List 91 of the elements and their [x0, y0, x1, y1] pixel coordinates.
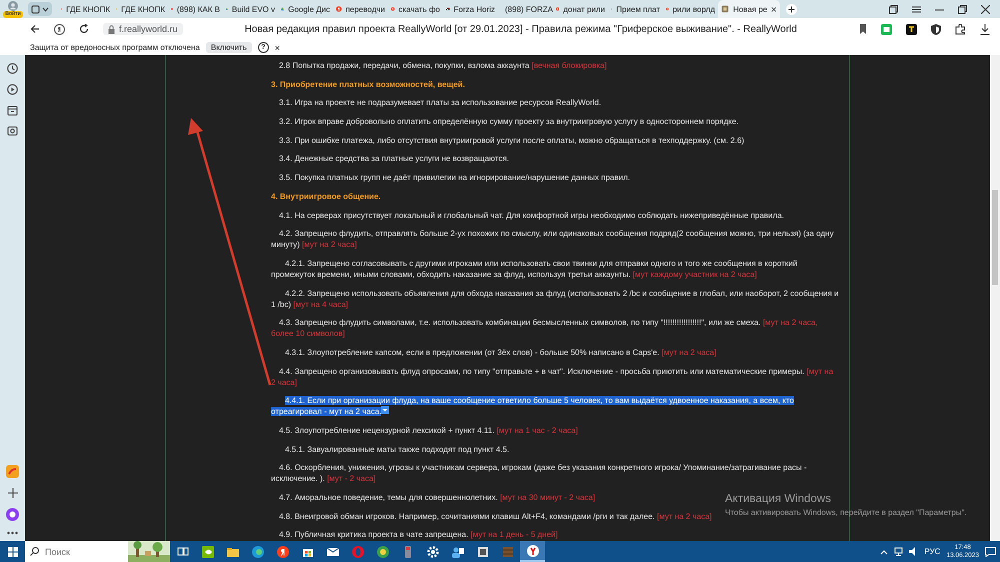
reload-icon[interactable]	[79, 24, 89, 34]
plus-icon[interactable]	[8, 488, 18, 498]
restore-icon[interactable]	[958, 4, 967, 14]
browser-tab[interactable]: (898) FORZA	[498, 0, 553, 18]
rule-text: 4.7. Аморальное поведение, темы для совершеннолетних. [мут на 30 минут - 2 часа]	[278, 492, 596, 504]
edge-icon	[252, 546, 264, 558]
mail-icon	[326, 546, 338, 558]
more-icon[interactable]	[7, 531, 18, 535]
crate-icon	[502, 546, 514, 558]
rule-text: 3.1. Игра на проекте не подразумевает платы за использование ресурсов ReallyWorld.	[278, 97, 602, 108]
section-heading: 4. Внутриигровое общение.	[271, 190, 381, 202]
browser-tab[interactable]: Build EVO v	[223, 0, 278, 18]
calendar-icon[interactable]	[7, 105, 18, 116]
rule-text: 4.3.1. Злоупотребление капсом, если в предложении (от 3ёх слов) - больше 50% написано в Caps'e. [мут на 2 часа]	[284, 346, 716, 358]
menu-icon[interactable]	[912, 4, 921, 14]
rule-text: 4.5. Злоупотребление нецензурной лексикой + пункт 4.11. [мут на 1 час - 2 часа]	[278, 425, 578, 436]
rule-text: 4.1. На серверах присутствует локальный и глобальный чат. Для комфортной игры необходимо соблюдать нижеприведённые правила.	[278, 210, 784, 220]
lock-icon	[108, 24, 115, 34]
document-icon	[476, 546, 488, 558]
rule-text: 4.2.1. Запрещено согласовывать с другими игроками или использовать свои твинки для отправки одного и того же сообщения в короткий промежуток времени, иными словами, обходить наказание за флуд, используя третьи аккаунты. [мут каждому участник на 2 часа]	[271, 258, 798, 280]
browser-tab[interactable]: Forza Horiz	[443, 0, 498, 18]
windows-icon	[8, 546, 18, 556]
rule-text: 3.4. Денежные средства за платные услуги не возвращаются.	[278, 153, 510, 164]
people-icon	[452, 546, 464, 558]
browser-tab[interactable]: скачать фо	[388, 0, 443, 18]
browser-tab[interactable]: (898) КАК В	[168, 0, 223, 18]
taskbar-app[interactable]	[520, 541, 545, 562]
app-icon[interactable]	[6, 465, 19, 478]
clock-icon[interactable]	[7, 63, 18, 74]
search-icon	[30, 547, 39, 556]
shield-icon[interactable]	[931, 24, 941, 34]
rule-text: 4.3. Запрещено флудить символами, т.е. использовать комбинации бесмысленных символов, по типу "!!!!!!!!!!!!!!!!!", или же смеха. [мут на 2 часа, более 10 символов]	[271, 317, 819, 340]
browser-tab[interactable]: рили ворлд	[663, 0, 718, 18]
plus-icon[interactable]	[786, 4, 797, 14]
image-icon[interactable]	[7, 126, 18, 137]
download-icon[interactable]	[980, 24, 990, 34]
page-icon	[721, 4, 730, 14]
scroll-thumb[interactable]	[992, 190, 998, 285]
warning-text: Защита от вредоносных программ отключена	[30, 43, 200, 52]
collections-icon[interactable]	[881, 24, 892, 34]
gear-icon	[426, 546, 438, 558]
puzzle-icon[interactable]	[955, 24, 966, 34]
opera-icon	[352, 546, 364, 558]
task-view-icon	[176, 546, 188, 558]
assistant-icon[interactable]	[6, 508, 19, 521]
network-icon[interactable]	[894, 547, 904, 556]
search-field[interactable]: Поиск	[25, 541, 170, 562]
extension-icon[interactable]	[906, 24, 917, 34]
nvidia-icon	[202, 546, 214, 558]
activation-text: Чтобы активировать Windows, перейдите в раздел "Параметры".	[725, 507, 967, 519]
rule-text: 3.2. Игрок вправе добровольно оплатить определённую сумму проекту за внутриигровую услугу в одностороннем порядке.	[278, 116, 739, 128]
scrollbar[interactable]	[990, 55, 1000, 541]
caret-icon	[42, 6, 49, 12]
address-field[interactable]: f.reallyworld.ru	[103, 23, 183, 35]
browser-tab[interactable]: ГДЕ КНОПК	[58, 0, 113, 18]
rule-text: 4.2.2. Запрещено использовать объявления для обхода наказания за флуд (использовать 2 /bc и сообщение в глобал, или наоборот, 2 сообщения и 1 /bc) [мут на 4 часа]	[271, 288, 839, 310]
rule-text: 4.9. Публичная критика проекта в чате запрещена. [мут на 1 день - 5 дней]	[278, 529, 558, 540]
chevron-icon[interactable]	[880, 548, 888, 554]
rule-text: 4.6. Оскорбления, унижения, угрозы к участникам сервера, игрокам (даже без указания конкретного игрока/ Упоминание/затрагивание расы - исключение. ). [мут - 2 часа]	[271, 462, 808, 484]
search-input[interactable]: Поиск	[43, 546, 117, 558]
close-icon[interactable]	[981, 4, 990, 14]
rule-text: 3.5. Покупка платных групп не даёт привилегии на игнорирование/нарушение данных правил.	[278, 172, 630, 184]
bookmark-icon[interactable]	[859, 24, 867, 34]
rule-text: 4.5.1. Завуалированные маты также подходят под пункт 4.5.	[284, 444, 510, 455]
section-heading: 3. Приобретение платных возможностей, вещей.	[271, 78, 465, 90]
square-icon	[31, 4, 40, 14]
tabs-icon[interactable]	[889, 4, 898, 14]
browser-tab[interactable]: Новая ре	[718, 0, 780, 18]
browser-icon	[526, 544, 538, 556]
close-button[interactable]: ×	[274, 42, 280, 52]
browser-tab[interactable]: Прием плат	[608, 0, 663, 18]
activation-title: Активация Windows	[725, 493, 832, 506]
rule-text: 4.4. Запрещено организовывать флуд опросами, по типу "отправьте + в чат". Исключение - просьба приютить или математические примеры. [мут на 2 часа]	[271, 366, 834, 388]
language-indicator[interactable]: РУС	[924, 547, 940, 556]
page-title: Новая редакция правил проекта ReallyWorld [от 29.01.2023] - Правила режима "Гриферское выживание". - ReallyWorld	[244, 24, 798, 34]
browser-tab[interactable]: донат рили	[553, 0, 608, 18]
back-icon[interactable]	[30, 24, 40, 34]
rule-text: 3.3. При ошибке платежа, либо отсутствия внутриигровой услуги после оплаты, можно обращаться в техподдержку. (см. 2.6)	[278, 134, 744, 146]
browser-tab[interactable]: Google Дис	[278, 0, 333, 18]
notification-icon[interactable]	[985, 546, 996, 556]
rule-text: 2.8 Попытка продажи, передачи, обмена, покупки, взлома аккаунта [вечная блокировка]	[278, 60, 607, 71]
rule-text: 4.2. Запрещено флудить, отправлять больше 2-ух похожих по смыслу, или одинаковых сообщения подряд(2 сообщения можно, три нельзя) (за одну минуту) [мут на 2 часа]	[271, 228, 835, 250]
browser-tab[interactable]: переводчи	[333, 0, 388, 18]
rule-text: 4.8. Внеигровой обман игроков. Например, сочитаниями клавиш Alt+F4, командами /рги и так далее. [мут на 2 часа]	[278, 510, 712, 522]
rule-text: 4.4.1. Если при организации флуда, на ваше сообщение ответило больше 5 человек, то вам выдаётся удвоенное наказания, а всем, кто отреагировал - мут на 2 часа.	[271, 395, 796, 418]
close-icon[interactable]	[771, 6, 777, 12]
selection-menu-icon[interactable]	[381, 406, 390, 414]
enable-button[interactable]: Включить	[206, 42, 252, 53]
globe-icon	[376, 546, 388, 558]
browser-tab[interactable]: ГДЕ КНОПК	[113, 0, 168, 18]
tab-group-button[interactable]	[28, 2, 52, 16]
